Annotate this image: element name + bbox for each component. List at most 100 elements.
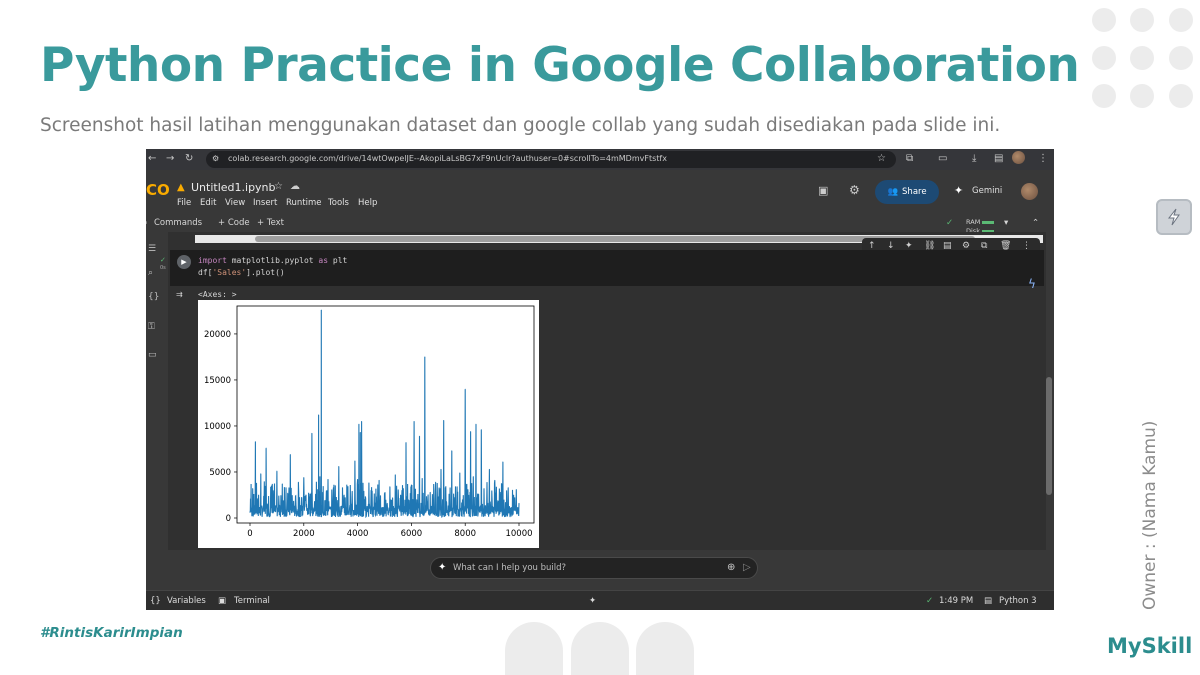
terminal-tab[interactable]: Terminal (234, 596, 270, 606)
search-icon[interactable]: ⌕ (146, 218, 148, 228)
data-point (464, 388, 466, 390)
data-point (424, 356, 426, 358)
colab-logo[interactable]: CO (146, 181, 170, 199)
dropdown-icon[interactable]: ▾ (1004, 218, 1008, 228)
data-point (287, 492, 289, 494)
decorative-dots (1092, 8, 1200, 110)
data-point (499, 491, 501, 493)
cloud-icon[interactable]: ☁ (290, 181, 300, 192)
data-point (419, 435, 420, 437)
data-point (494, 479, 496, 481)
download-icon[interactable]: ⤓ (972, 154, 976, 164)
kernel-label[interactable]: Python 3 (999, 596, 1037, 606)
gemini-status-icon[interactable]: ✦ (589, 596, 596, 606)
cast-icon[interactable]: ▭ (938, 154, 947, 164)
data-point (413, 420, 415, 422)
reload-icon[interactable]: ↻ (185, 154, 193, 164)
variables-brace-icon: {} (150, 596, 161, 606)
avatar[interactable] (1021, 183, 1038, 200)
data-point (411, 484, 412, 486)
notebook-title[interactable]: Untitled1.ipynb (191, 181, 276, 194)
more-icon[interactable]: ⋮ (1038, 154, 1048, 164)
data-point (265, 447, 267, 449)
data-point (319, 476, 321, 477)
secrets-icon[interactable]: ⚿ (148, 322, 155, 332)
ai-prompt-input[interactable]: ✦ What can I help you build? ⊕ ▷ (430, 557, 758, 579)
data-point (381, 509, 383, 511)
data-point (370, 489, 372, 491)
data-point (341, 505, 342, 507)
menu-file[interactable]: File (177, 198, 191, 208)
share-label: Share (902, 187, 927, 197)
decorative-arch (571, 622, 629, 675)
vertical-scrollbar[interactable] (1046, 377, 1052, 495)
menu-help[interactable]: Help (358, 198, 377, 208)
menu-view[interactable]: View (225, 198, 245, 208)
add-code-button[interactable]: + Code (218, 218, 250, 228)
data-point (402, 488, 404, 489)
toc-icon[interactable]: ☰ (148, 244, 156, 254)
data-point (432, 507, 434, 509)
menu-runtime[interactable]: Runtime (286, 198, 322, 208)
data-point (322, 491, 324, 493)
data-point (510, 508, 512, 510)
send-icon[interactable]: ▷ (743, 562, 751, 573)
data-point (306, 503, 307, 505)
menu-insert[interactable]: Insert (253, 198, 277, 208)
site-info-icon[interactable]: ⚙ (212, 154, 219, 164)
lightning-icon[interactable]: ϟ (1028, 277, 1036, 291)
brand-logo: MySkill (1107, 634, 1193, 658)
sales-series-line (249, 309, 520, 519)
colab-header: CO ▲ Untitled1.ipynb ☆ ☁ File Edit View … (146, 170, 1054, 214)
add-text-button[interactable]: + Text (257, 218, 284, 228)
share-button[interactable]: 👥 Share (875, 180, 939, 204)
ram-label: RAM (966, 218, 981, 226)
data-point (427, 503, 428, 505)
lightning-widget-icon[interactable] (1156, 199, 1192, 235)
gemini-button[interactable]: Gemini (972, 186, 1002, 196)
data-point (472, 476, 474, 477)
data-point (394, 474, 396, 476)
x-tick-label: 10000 (505, 529, 532, 539)
cell-done-check-icon: ✓ (160, 256, 166, 264)
data-point (451, 450, 453, 452)
notebook-toolbar: ⌕ Commands + Code + Text ✓ ▾ ⌃ (146, 214, 1054, 232)
collapse-icon[interactable]: ⌃ (1032, 218, 1039, 228)
comment-icon[interactable]: ▣ (818, 184, 828, 197)
settings-icon[interactable]: ⚙ (849, 183, 860, 197)
data-point (354, 460, 356, 462)
profile-icon[interactable] (1012, 151, 1025, 164)
find-icon[interactable]: ⌕ (148, 268, 153, 278)
output-toggle-icon[interactable]: ⇉ (176, 290, 183, 299)
data-point (289, 454, 291, 455)
slide-subtitle: Screenshot hasil latihan menggunakan dat… (40, 115, 1001, 136)
menu-edit[interactable]: Edit (200, 198, 216, 208)
x-tick-label: 2000 (293, 529, 315, 539)
data-point (445, 501, 447, 502)
data-point (389, 486, 391, 488)
data-point (254, 441, 256, 443)
data-point (338, 466, 340, 467)
back-icon[interactable]: ← (148, 154, 156, 164)
run-cell-button[interactable]: ▶ (177, 255, 191, 269)
data-point (443, 420, 445, 421)
data-point (316, 489, 318, 490)
history-icon[interactable]: ▤ (994, 154, 1003, 164)
bookmark-star-icon[interactable]: ☆ (877, 154, 886, 164)
decorative-arch (505, 622, 563, 675)
add-icon[interactable]: ⊕ (727, 562, 735, 573)
browser-toolbar: ← → ↻ ⚙ colab.research.google.com/drive/… (146, 149, 1054, 170)
data-point (349, 508, 350, 510)
folder-icon[interactable]: ▭ (148, 350, 157, 360)
menu-tools[interactable]: Tools (328, 198, 349, 208)
y-tick-label: 5000 (209, 468, 231, 478)
forward-icon[interactable]: → (166, 154, 174, 164)
variables-icon[interactable]: {} (148, 292, 159, 302)
extensions-icon[interactable]: ⧉ (906, 154, 913, 164)
gemini-sparkle-icon: ✦ (438, 562, 447, 573)
x-tick-label: 6000 (401, 529, 423, 539)
commands-button[interactable]: Commands (154, 218, 202, 228)
data-point (359, 432, 361, 433)
variables-tab[interactable]: Variables (167, 596, 206, 606)
star-icon[interactable]: ☆ (274, 181, 283, 192)
